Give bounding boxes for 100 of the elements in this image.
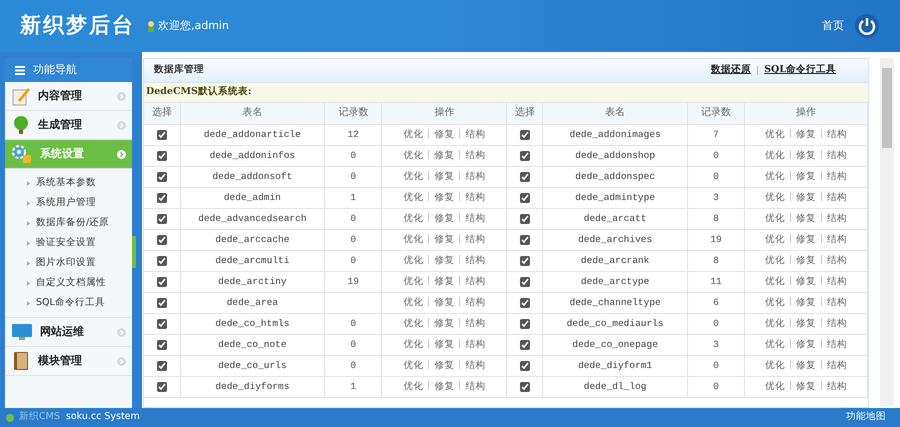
row-checkbox[interactable]	[156, 382, 167, 392]
action-link[interactable]: 修复	[434, 150, 454, 160]
action-link[interactable]: 结构	[465, 254, 486, 266]
action-link[interactable]: 修复	[434, 170, 454, 182]
row-checkbox[interactable]	[520, 214, 530, 224]
action-link[interactable]: 修复	[434, 360, 454, 370]
row-checkbox[interactable]	[156, 151, 167, 162]
row-checkbox[interactable]	[520, 319, 530, 330]
row-checkbox[interactable]	[520, 361, 530, 372]
nav-item[interactable]: SQL命令行工具	[5, 293, 132, 313]
action-link[interactable]: 结构	[465, 276, 486, 286]
action-link[interactable]: 修复	[796, 318, 816, 328]
scrollbar[interactable]	[880, 58, 894, 406]
action-link[interactable]: 结构	[465, 212, 486, 224]
action-link[interactable]: 结构	[827, 380, 848, 392]
action-link[interactable]: 结构	[465, 128, 486, 140]
action-link[interactable]: 优化	[403, 212, 424, 224]
action-link[interactable]: 优化	[765, 150, 786, 160]
action-link[interactable]: 修复	[434, 192, 454, 202]
power-icon[interactable]	[854, 13, 880, 39]
action-link[interactable]: 结构	[827, 212, 848, 224]
action-link[interactable]: 修复	[796, 254, 816, 266]
row-checkbox[interactable]	[156, 361, 167, 372]
action-link[interactable]: 优化	[765, 276, 786, 286]
action-link[interactable]: 优化	[765, 170, 786, 182]
row-checkbox[interactable]	[520, 235, 530, 246]
action-link[interactable]: 优化	[765, 128, 786, 140]
nav-item[interactable]: 自定义文档属性	[5, 273, 132, 293]
action-link[interactable]: 优化	[403, 380, 424, 392]
action-link[interactable]: 结构	[827, 296, 848, 308]
row-checkbox[interactable]	[156, 256, 167, 266]
row-checkbox[interactable]	[156, 172, 167, 182]
action-link[interactable]: 优化	[403, 150, 424, 160]
action-link[interactable]: 优化	[403, 254, 424, 266]
action-link[interactable]: 修复	[434, 254, 454, 266]
action-link[interactable]: 优化	[403, 128, 424, 140]
action-link[interactable]: 优化	[403, 318, 424, 328]
action-link[interactable]: 修复	[796, 360, 816, 370]
row-checkbox[interactable]	[520, 382, 530, 392]
action-link[interactable]: 结构	[465, 192, 486, 202]
nav-item[interactable]: 系统用户管理	[5, 193, 132, 213]
action-link[interactable]: 优化	[765, 296, 786, 308]
row-checkbox[interactable]	[156, 319, 167, 330]
action-link[interactable]: 结构	[465, 380, 486, 392]
row-checkbox[interactable]	[156, 193, 167, 204]
action-link[interactable]: 修复	[434, 212, 454, 224]
action-link[interactable]: 修复	[796, 234, 816, 244]
action-link[interactable]: 修复	[434, 296, 454, 308]
row-checkbox[interactable]	[520, 151, 530, 162]
header-link[interactable]: SQL命令行工具	[764, 63, 836, 78]
action-link[interactable]: 结构	[465, 296, 486, 308]
action-link[interactable]: 结构	[465, 150, 486, 160]
action-link[interactable]: 结构	[827, 192, 848, 202]
action-link[interactable]: 优化	[403, 170, 424, 182]
action-link[interactable]: 优化	[765, 338, 786, 350]
home-link[interactable]: 首页	[822, 18, 844, 34]
action-link[interactable]: 结构	[827, 170, 848, 182]
action-link[interactable]: 修复	[796, 170, 816, 182]
action-link[interactable]: 优化	[403, 192, 424, 202]
action-link[interactable]: 结构	[465, 170, 486, 182]
action-link[interactable]: 优化	[403, 276, 424, 286]
row-checkbox[interactable]	[156, 130, 167, 140]
site-map-link[interactable]: 功能地图	[846, 410, 886, 425]
action-link[interactable]: 修复	[434, 276, 454, 286]
sidebar-toggle[interactable]	[132, 236, 136, 268]
row-checkbox[interactable]	[520, 172, 530, 182]
action-link[interactable]: 结构	[465, 338, 486, 350]
row-checkbox[interactable]	[156, 340, 167, 350]
action-link[interactable]: 修复	[796, 296, 816, 308]
action-link[interactable]: 优化	[765, 360, 786, 370]
action-link[interactable]: 修复	[796, 128, 816, 140]
action-link[interactable]: 修复	[796, 150, 816, 160]
action-link[interactable]: 结构	[827, 234, 848, 244]
action-link[interactable]: 优化	[403, 360, 424, 370]
row-checkbox[interactable]	[520, 130, 530, 140]
nav-item[interactable]: 系统基本参数	[5, 173, 132, 193]
action-link[interactable]: 结构	[827, 254, 848, 266]
action-link[interactable]: 修复	[434, 234, 454, 244]
row-checkbox[interactable]	[520, 277, 530, 288]
action-link[interactable]: 修复	[434, 318, 454, 328]
nav-item[interactable]: 验证安全设置	[5, 233, 132, 253]
action-link[interactable]: 修复	[434, 380, 454, 392]
action-link[interactable]: 修复	[434, 338, 454, 350]
action-link[interactable]: 修复	[796, 380, 816, 392]
action-link[interactable]: 结构	[465, 318, 486, 328]
row-checkbox[interactable]	[156, 214, 167, 224]
action-link[interactable]: 优化	[765, 192, 786, 202]
action-link[interactable]: 优化	[765, 380, 786, 392]
row-checkbox[interactable]	[520, 340, 530, 350]
action-link[interactable]: 优化	[765, 318, 786, 328]
action-link[interactable]: 优化	[403, 296, 424, 308]
action-link[interactable]: 优化	[403, 234, 424, 244]
action-link[interactable]: 修复	[434, 128, 454, 140]
action-link[interactable]: 优化	[765, 234, 786, 244]
nav-item[interactable]: 图片水印设置	[5, 253, 132, 273]
action-link[interactable]: 结构	[827, 276, 848, 286]
action-link[interactable]: 结构	[827, 318, 848, 328]
action-link[interactable]: 结构	[827, 338, 848, 350]
nav-item[interactable]: 数据库备份/还原	[5, 213, 132, 233]
action-link[interactable]: 修复	[796, 212, 816, 224]
